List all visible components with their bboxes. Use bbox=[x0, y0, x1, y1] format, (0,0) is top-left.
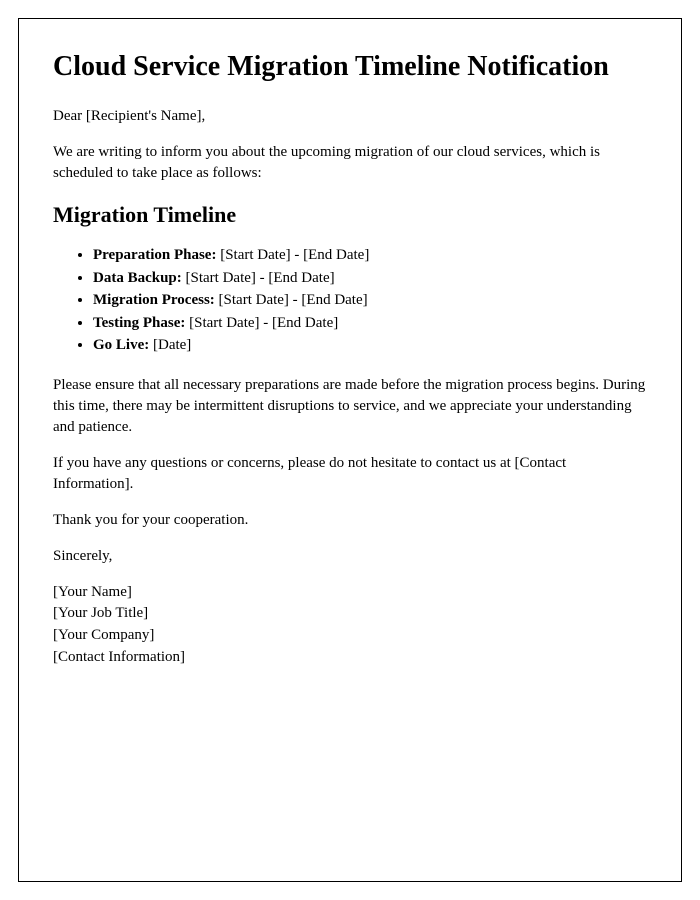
timeline-label: Data Backup: bbox=[93, 270, 182, 286]
intro-paragraph: We are writing to inform you about the u… bbox=[53, 142, 647, 184]
signature-name: [Your Name] bbox=[53, 582, 647, 604]
signature-contact: [Contact Information] bbox=[53, 647, 647, 669]
list-item: Testing Phase: [Start Date] - [End Date] bbox=[93, 312, 647, 335]
timeline-label: Migration Process: bbox=[93, 292, 215, 308]
signature-title: [Your Job Title] bbox=[53, 603, 647, 625]
signature-block: [Your Name] [Your Job Title] [Your Compa… bbox=[53, 582, 647, 669]
thanks-paragraph: Thank you for your cooperation. bbox=[53, 510, 647, 531]
list-item: Migration Process: [Start Date] - [End D… bbox=[93, 289, 647, 312]
timeline-list: Preparation Phase: [Start Date] - [End D… bbox=[53, 244, 647, 357]
body-paragraph-1: Please ensure that all necessary prepara… bbox=[53, 375, 647, 438]
timeline-value: [Start Date] - [End Date] bbox=[220, 247, 369, 263]
timeline-value: [Date] bbox=[153, 337, 191, 353]
document-title: Cloud Service Migration Timeline Notific… bbox=[53, 49, 647, 84]
list-item: Data Backup: [Start Date] - [End Date] bbox=[93, 267, 647, 290]
list-item: Go Live: [Date] bbox=[93, 334, 647, 357]
timeline-label: Preparation Phase: bbox=[93, 247, 216, 263]
closing: Sincerely, bbox=[53, 546, 647, 567]
list-item: Preparation Phase: [Start Date] - [End D… bbox=[93, 244, 647, 267]
greeting: Dear [Recipient's Name], bbox=[53, 106, 647, 127]
section-heading: Migration Timeline bbox=[53, 202, 647, 228]
signature-company: [Your Company] bbox=[53, 625, 647, 647]
timeline-value: [Start Date] - [End Date] bbox=[186, 270, 335, 286]
document-page: Cloud Service Migration Timeline Notific… bbox=[18, 18, 682, 882]
timeline-value: [Start Date] - [End Date] bbox=[219, 292, 368, 308]
timeline-label: Go Live: bbox=[93, 337, 149, 353]
timeline-value: [Start Date] - [End Date] bbox=[189, 315, 338, 331]
timeline-label: Testing Phase: bbox=[93, 315, 185, 331]
body-paragraph-2: If you have any questions or concerns, p… bbox=[53, 453, 647, 495]
